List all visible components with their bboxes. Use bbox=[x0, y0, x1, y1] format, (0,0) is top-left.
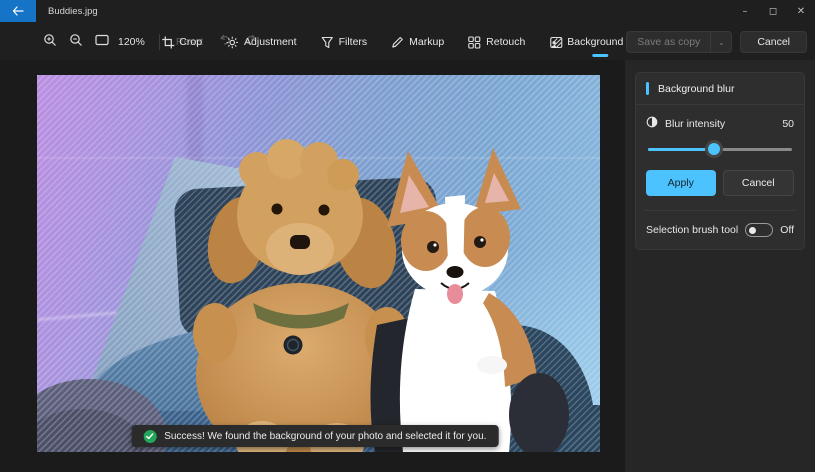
editor-stage: Success! We found the background of your… bbox=[0, 60, 625, 472]
panel-header: Background blur bbox=[636, 73, 804, 105]
markup-icon bbox=[391, 36, 404, 49]
blur-intensity-row: Blur intensity 50 bbox=[646, 115, 794, 133]
slider-thumb[interactable] bbox=[708, 143, 721, 155]
photo-canvas[interactable]: Success! We found the background of your… bbox=[37, 75, 600, 452]
selection-brush-row: Selection brush tool Off bbox=[646, 223, 794, 237]
tab-markup[interactable]: Markup bbox=[383, 31, 452, 54]
filters-icon bbox=[321, 36, 334, 49]
blur-intensity-label: Blur intensity bbox=[665, 118, 726, 130]
dogs bbox=[193, 139, 569, 452]
contrast-icon bbox=[646, 115, 658, 133]
crop-icon bbox=[161, 36, 174, 49]
zoom-in-icon bbox=[43, 33, 57, 52]
toggle-state-label: Off bbox=[780, 224, 794, 236]
active-tab-indicator bbox=[592, 53, 609, 57]
zoom-out-button[interactable] bbox=[64, 31, 88, 53]
minimize-button[interactable]: – bbox=[731, 0, 759, 22]
maximize-button[interactable]: ◻ bbox=[759, 0, 787, 22]
retouch-icon bbox=[468, 35, 481, 49]
save-as-copy-button[interactable]: Save as copy ⌄ bbox=[626, 31, 733, 53]
blur-intensity-slider[interactable] bbox=[648, 142, 792, 156]
tab-retouch[interactable]: Retouch bbox=[460, 31, 533, 54]
blur-intensity-value: 50 bbox=[782, 118, 794, 130]
selection-brush-toggle[interactable] bbox=[745, 223, 774, 237]
apply-button[interactable]: Apply bbox=[646, 170, 716, 196]
window-title: Buddies.jpg bbox=[48, 5, 98, 17]
accent-bar bbox=[646, 82, 649, 95]
selection-brush-label: Selection brush tool bbox=[646, 224, 739, 236]
right-dog-corgi bbox=[370, 148, 569, 452]
zoom-in-button[interactable] bbox=[38, 31, 62, 53]
card-divider bbox=[644, 210, 796, 211]
panel-cancel-button[interactable]: Cancel bbox=[722, 170, 794, 196]
toast-message: Success! We found the background of your… bbox=[164, 430, 487, 442]
tab-adjustment[interactable]: Adjustment bbox=[218, 31, 305, 54]
background-blur-card: Background blur Blur intensity 50 Apply … bbox=[635, 72, 805, 250]
fit-to-window-icon bbox=[95, 33, 109, 51]
slider-fill bbox=[648, 147, 715, 151]
editor-toolbar: 120% Reset Crop Adjustment Filters Marku… bbox=[0, 24, 815, 60]
zoom-out-icon bbox=[69, 33, 83, 52]
toggle-knob bbox=[749, 226, 757, 234]
success-check-icon bbox=[143, 429, 157, 443]
chevron-down-icon[interactable]: ⌄ bbox=[711, 32, 731, 52]
back-button[interactable] bbox=[0, 0, 36, 22]
success-toast: Success! We found the background of your… bbox=[131, 425, 499, 447]
panel-title: Background blur bbox=[658, 82, 735, 95]
commit-actions: Save as copy ⌄ Cancel bbox=[626, 31, 807, 53]
cancel-edit-button[interactable]: Cancel bbox=[740, 31, 807, 53]
adjustment-icon bbox=[226, 36, 239, 49]
close-button[interactable]: ✕ bbox=[787, 0, 815, 22]
titlebar: Buddies.jpg – ◻ ✕ bbox=[0, 0, 815, 22]
window-controls: – ◻ ✕ bbox=[731, 0, 815, 22]
tab-filters[interactable]: Filters bbox=[313, 31, 376, 54]
fit-to-window-button[interactable] bbox=[90, 31, 114, 53]
back-arrow-icon bbox=[12, 6, 24, 16]
tab-crop[interactable]: Crop bbox=[153, 31, 210, 54]
background-blur-panel: Background blur Blur intensity 50 Apply … bbox=[625, 60, 815, 472]
zoom-level: 120% bbox=[118, 36, 145, 48]
background-blur-icon bbox=[549, 36, 562, 49]
tool-tabs: Crop Adjustment Filters Markup Retouch B… bbox=[153, 31, 651, 57]
